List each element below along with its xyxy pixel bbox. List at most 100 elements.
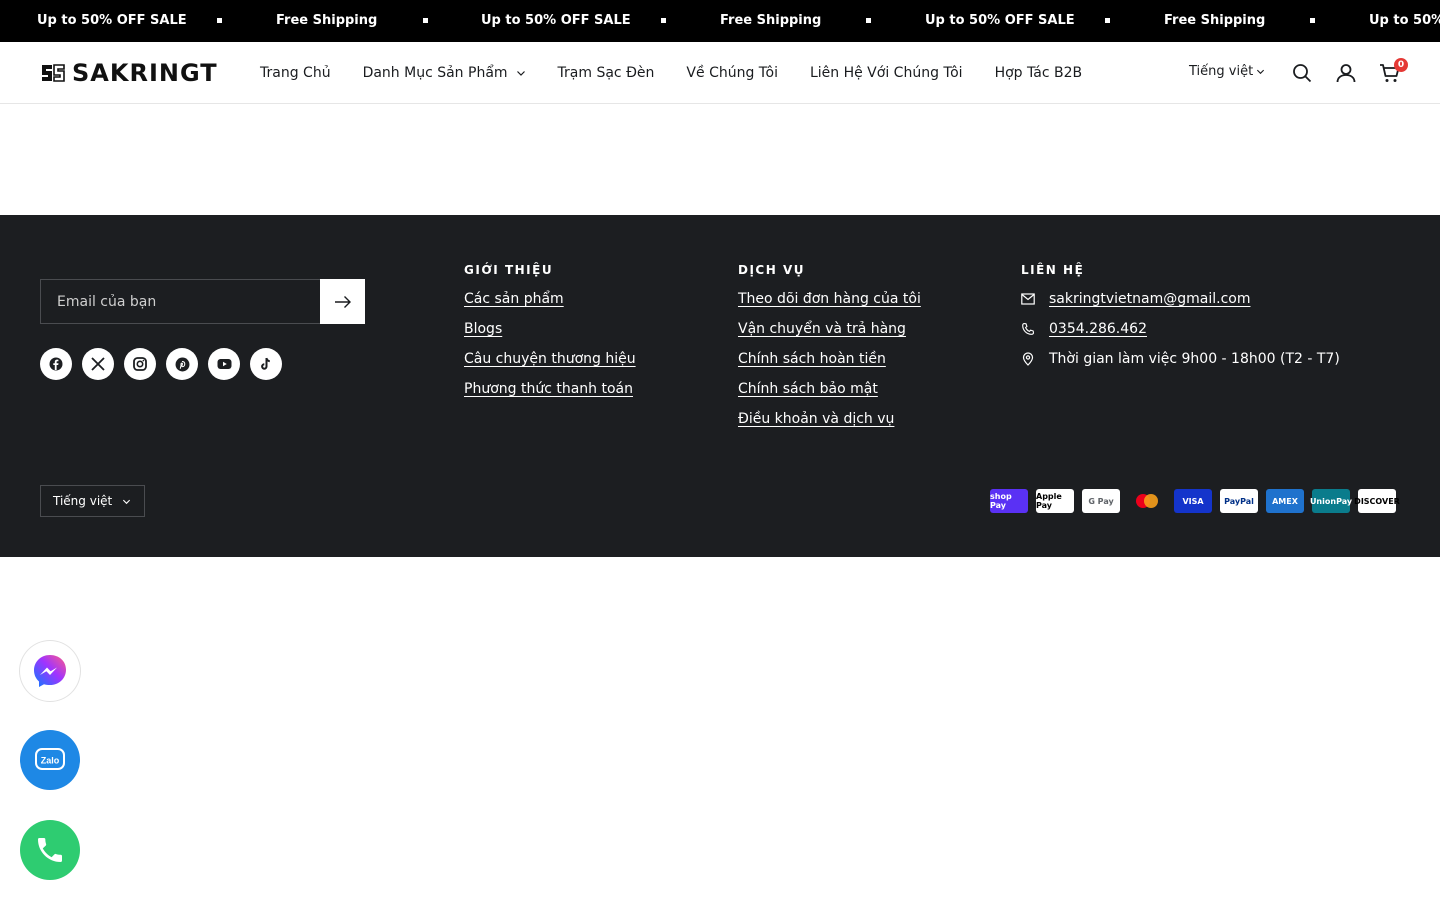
footer-column-title: DỊCH VỤ	[738, 263, 805, 277]
contact-email-link[interactable]: sakringtvietnam@gmail.com	[1049, 291, 1250, 307]
footer-link[interactable]: Phương thức thanh toán	[464, 380, 636, 398]
arrow-right-icon	[334, 295, 351, 308]
phone-call-button[interactable]	[20, 820, 80, 880]
nav-item-categories[interactable]: Danh Mục Sản Phẩm	[363, 65, 526, 81]
contact-email-row: sakringtvietnam@gmail.com	[1021, 290, 1340, 308]
tiktok-link[interactable]	[250, 348, 282, 380]
search-icon[interactable]	[1290, 61, 1314, 85]
footer-link[interactable]: Câu chuyện thương hiệu	[464, 350, 636, 368]
payment-badge-label: shop Pay	[990, 492, 1012, 510]
contact-phone-link[interactable]: 0354.286.462	[1049, 321, 1147, 337]
footer-language-selector[interactable]: Tiếng việt	[40, 485, 145, 517]
payment-badge: DISCOVER	[1354, 489, 1400, 513]
newsletter-submit-button[interactable]	[320, 279, 365, 324]
zalo-chat-button[interactable]: Zalo	[20, 730, 80, 790]
payment-badge-label: AMEX	[1272, 496, 1298, 506]
location-pin-icon	[1022, 352, 1034, 366]
announcement-separator	[1105, 18, 1110, 23]
footer-column-title: GIỚI THIỆU	[464, 263, 554, 277]
x-link[interactable]	[82, 348, 114, 380]
footer-link[interactable]: Các sản phẩm	[464, 290, 636, 308]
facebook-icon	[49, 357, 63, 371]
zalo-icon: Zalo	[35, 748, 65, 770]
pinterest-icon	[175, 357, 189, 371]
contact-hours-row: Thời gian làm việc 9h00 - 18h00 (T2 - T7…	[1021, 350, 1340, 368]
footer-link[interactable]: Chính sách hoàn tiền	[738, 350, 921, 368]
pinterest-link[interactable]	[166, 348, 198, 380]
footer-column-services: DỊCH VỤ Theo dõi đơn hàng của tôi Vận ch…	[738, 262, 921, 440]
contact-phone-row: 0354.286.462	[1021, 320, 1340, 338]
payment-badge-label: G Pay	[1088, 496, 1114, 506]
nav-item-home[interactable]: Trang Chủ	[260, 65, 331, 81]
mail-icon	[1021, 293, 1035, 305]
messenger-chat-button[interactable]	[20, 641, 80, 701]
logo-text: SAKRINGT	[72, 59, 218, 87]
footer-link[interactable]: Chính sách bảo mật	[738, 380, 921, 398]
nav-item-contact[interactable]: Liên Hệ Với Chúng Tôi	[810, 65, 963, 81]
newsletter-email-input[interactable]	[40, 279, 320, 324]
site-footer: GIỚI THIỆU Các sản phẩm Blogs Câu chuyện…	[0, 215, 1440, 557]
newsletter-form	[40, 279, 365, 324]
nav-item-about[interactable]: Về Chúng Tôi	[686, 65, 778, 81]
announcement-separator	[1310, 18, 1315, 23]
announcement-item: Up to 50% OFF SALE	[37, 13, 187, 28]
chevron-down-icon	[123, 499, 131, 504]
nav-item-label: Hợp Tác B2B	[994, 65, 1083, 81]
footer-column-title: LIÊN HỆ	[1021, 263, 1085, 277]
nav-item-label: Liên Hệ Với Chúng Tôi	[809, 65, 963, 81]
payment-badge-label: DISCOVER	[1354, 496, 1400, 506]
payment-badge-label: Apple Pay	[1036, 492, 1062, 510]
chevron-down-icon	[1257, 69, 1265, 75]
language-label: Tiếng việt	[53, 494, 113, 508]
youtube-icon	[217, 359, 231, 369]
footer-column-contact: LIÊN HỆ sakringtvietnam@gmail.com 0354.2…	[1021, 262, 1340, 380]
chevron-down-icon	[516, 71, 525, 76]
announcement-bar: Up to 50% OFF SALE Free Shipping Up to 5…	[0, 0, 1440, 42]
footer-column-about: GIỚI THIỆU Các sản phẩm Blogs Câu chuyện…	[464, 262, 636, 410]
footer-link[interactable]: Theo dõi đơn hàng của tôi	[738, 290, 921, 308]
payment-badge-label: PayPal	[1224, 496, 1254, 506]
payment-badge: PayPal	[1220, 489, 1258, 513]
announcement-separator	[661, 18, 666, 23]
payment-badge: AMEX	[1266, 489, 1304, 513]
nav-item-b2b[interactable]: Hợp Tác B2B	[995, 65, 1083, 81]
announcement-item: Up to 50% OFF SALE	[925, 13, 1075, 28]
announcement-separator	[866, 18, 871, 23]
cart-count-badge: 0	[1394, 58, 1408, 72]
payment-badge: G Pay	[1082, 489, 1120, 513]
site-header: SAKRINGT Trang Chủ Danh Mục Sản Phẩm Trạ…	[0, 42, 1440, 104]
payment-badge: VISA	[1174, 489, 1212, 513]
messenger-icon	[34, 655, 66, 687]
language-selector[interactable]: Tiếng việt	[1189, 64, 1265, 79]
announcement-item: Free Shipping	[720, 13, 822, 28]
svg-text:Zalo: Zalo	[41, 756, 60, 766]
social-links	[40, 348, 292, 380]
logo[interactable]: SAKRINGT	[40, 59, 218, 87]
payment-methods: shop Pay Apple Pay G Pay VISA PayPal AMEX Unio…	[990, 489, 1404, 513]
instagram-link[interactable]	[124, 348, 156, 380]
youtube-link[interactable]	[208, 348, 240, 380]
announcement-separator	[423, 18, 428, 23]
instagram-icon	[133, 357, 147, 371]
payment-badge-label: VISA	[1182, 496, 1204, 506]
announcement-item: Up to 50% OFF SALE	[481, 13, 631, 28]
logo-mark-icon	[42, 64, 65, 82]
payment-badge: UnionPay	[1309, 489, 1353, 513]
nav-item-label: Trang Chủ	[260, 65, 331, 81]
payment-badge-label: UnionPay	[1309, 496, 1353, 506]
announcement-separator	[217, 18, 222, 23]
account-icon[interactable]	[1334, 61, 1358, 85]
footer-link[interactable]: Blogs	[464, 320, 636, 338]
main-nav: Trang Chủ Danh Mục Sản Phẩm Trạm Sạc Đèn…	[260, 42, 1114, 104]
footer-link[interactable]: Điều khoản và dịch vụ	[738, 410, 921, 428]
nav-item-charging-station[interactable]: Trạm Sạc Đèn	[558, 65, 655, 81]
phone-icon	[38, 838, 62, 862]
mastercard-icon	[1136, 494, 1158, 508]
announcement-item: Up to 50% OFF SALE	[1369, 13, 1440, 28]
announcement-item: Free Shipping	[1164, 13, 1266, 28]
tiktok-icon	[260, 357, 270, 370]
language-label: Tiếng việt	[1189, 64, 1254, 79]
footer-link[interactable]: Vận chuyển và trả hàng	[738, 320, 921, 338]
facebook-link[interactable]	[40, 348, 72, 380]
x-icon	[91, 357, 105, 371]
